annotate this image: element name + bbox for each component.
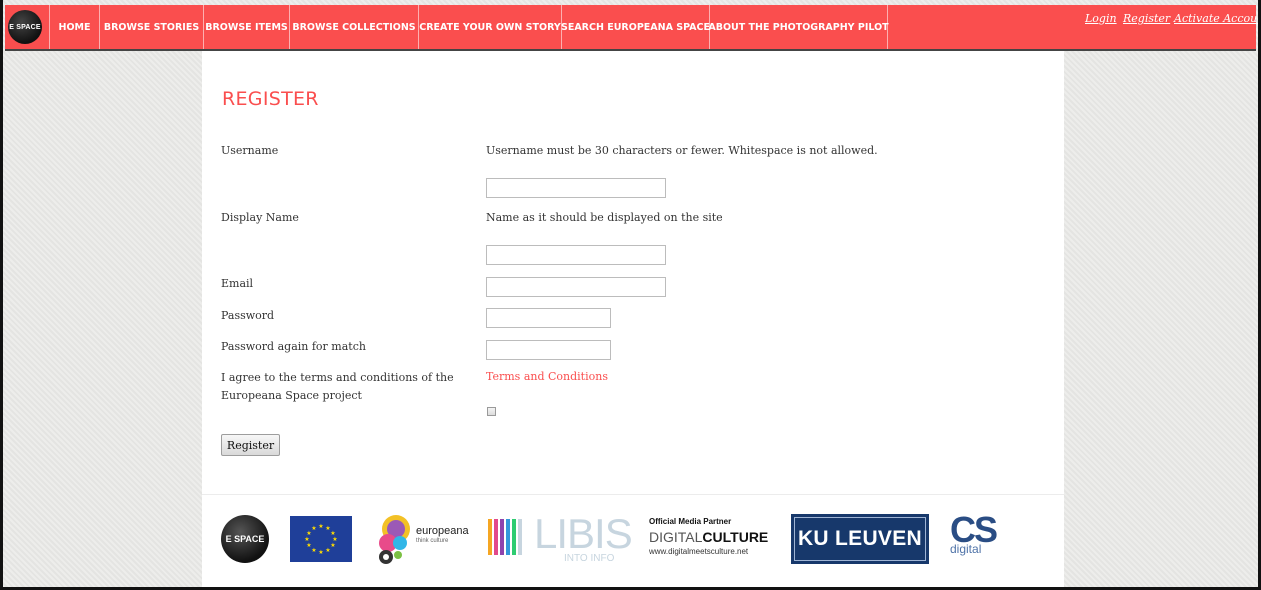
svg-text:★: ★ — [306, 542, 311, 549]
login-link[interactable]: Login — [1085, 12, 1117, 25]
espace-logo[interactable]: E SPACE — [8, 10, 42, 44]
europeana-wordmark: europeana — [416, 525, 469, 537]
svg-text:★: ★ — [318, 523, 323, 530]
libis-bars-icon — [488, 519, 528, 555]
email-label: Email — [221, 277, 254, 290]
display-name-label: Display Name — [221, 211, 299, 224]
nav-create-story[interactable]: CREATE YOUR OWN STORY — [418, 5, 561, 49]
csdigital-logo[interactable]: CS digital — [950, 512, 1010, 566]
nav-home[interactable]: HOME — [49, 5, 99, 49]
digitalmeetsculture-logo[interactable]: Official Media Partner DIGITALCULTURE ww… — [649, 517, 779, 563]
nav-browse-collections[interactable]: BROWSE COLLECTIONS — [289, 5, 418, 49]
password-label: Password — [221, 309, 275, 322]
dmc-heading: Official Media Partner — [649, 517, 732, 526]
display-name-input[interactable] — [486, 245, 666, 265]
password-confirm-input[interactable] — [486, 340, 611, 360]
username-input[interactable] — [486, 178, 666, 198]
dmc-wordmark-bold: CULTURE — [702, 529, 769, 545]
svg-text:★: ★ — [325, 547, 330, 554]
kuleuven-logo[interactable]: KU LEUVEN — [791, 514, 929, 564]
europeana-mark-icon — [379, 515, 410, 564]
dmc-wordmark: DIGITALCULTURE — [649, 529, 779, 545]
europeana-logo[interactable]: europeana think culture — [374, 511, 474, 567]
page-title: REGISTER — [222, 88, 319, 110]
display-name-help: Name as it should be displayed on the si… — [486, 211, 723, 224]
email-input[interactable] — [486, 277, 666, 297]
svg-text:★: ★ — [330, 542, 335, 549]
terms-checkbox[interactable] — [487, 407, 496, 416]
libis-logo[interactable]: LIBIS INTO INFO — [488, 511, 633, 565]
svg-text:★: ★ — [311, 547, 316, 554]
footer-divider — [202, 494, 1064, 495]
nav-divider — [887, 5, 888, 49]
europeana-tagline: think culture — [416, 538, 449, 544]
activate-account-link[interactable]: Activate Account — [1174, 12, 1261, 25]
espace-footer-logo[interactable]: E SPACE — [221, 515, 269, 563]
eu-flag-logo[interactable]: ★ ★ ★ ★ ★ ★ ★ ★ ★ ★ ★ ★ — [290, 516, 352, 562]
username-help: Username must be 30 characters or fewer.… — [486, 144, 878, 157]
nav-browse-stories[interactable]: BROWSE STORIES — [99, 5, 203, 49]
register-link[interactable]: Register — [1123, 12, 1170, 25]
svg-text:★: ★ — [311, 525, 316, 532]
register-button[interactable]: Register — [221, 434, 280, 456]
dmc-url: www.digitalmeetsculture.net — [649, 547, 749, 556]
password-input[interactable] — [486, 308, 611, 328]
terms-label: I agree to the terms and conditions of t… — [221, 371, 454, 402]
username-label: Username — [221, 144, 279, 157]
nav-browse-items[interactable]: BROWSE ITEMS — [203, 5, 289, 49]
nav-about-photography-pilot[interactable]: ABOUT THE PHOTOGRAPHY PILOT — [708, 5, 889, 49]
svg-text:★: ★ — [304, 536, 309, 543]
csdigital-sub: digital — [950, 542, 982, 556]
top-navbar: E SPACE HOME BROWSE STORIES BROWSE ITEMS… — [5, 5, 1261, 51]
terms-link[interactable]: Terms and Conditions — [486, 370, 608, 383]
svg-text:★: ★ — [318, 549, 323, 556]
register-panel: REGISTER Username Username must be 30 ch… — [202, 51, 1064, 590]
eu-stars-icon: ★ ★★ ★★★ ★★★ ★★★ — [304, 523, 337, 556]
nav-search-europeana-space[interactable]: SEARCH EUROPEANA SPACE — [561, 5, 710, 49]
libis-tagline: INTO INFO — [564, 553, 615, 564]
password-confirm-label: Password again for match — [221, 340, 366, 353]
dmc-wordmark-light: DIGITAL — [649, 529, 703, 545]
libis-wordmark: LIBIS — [534, 510, 633, 557]
